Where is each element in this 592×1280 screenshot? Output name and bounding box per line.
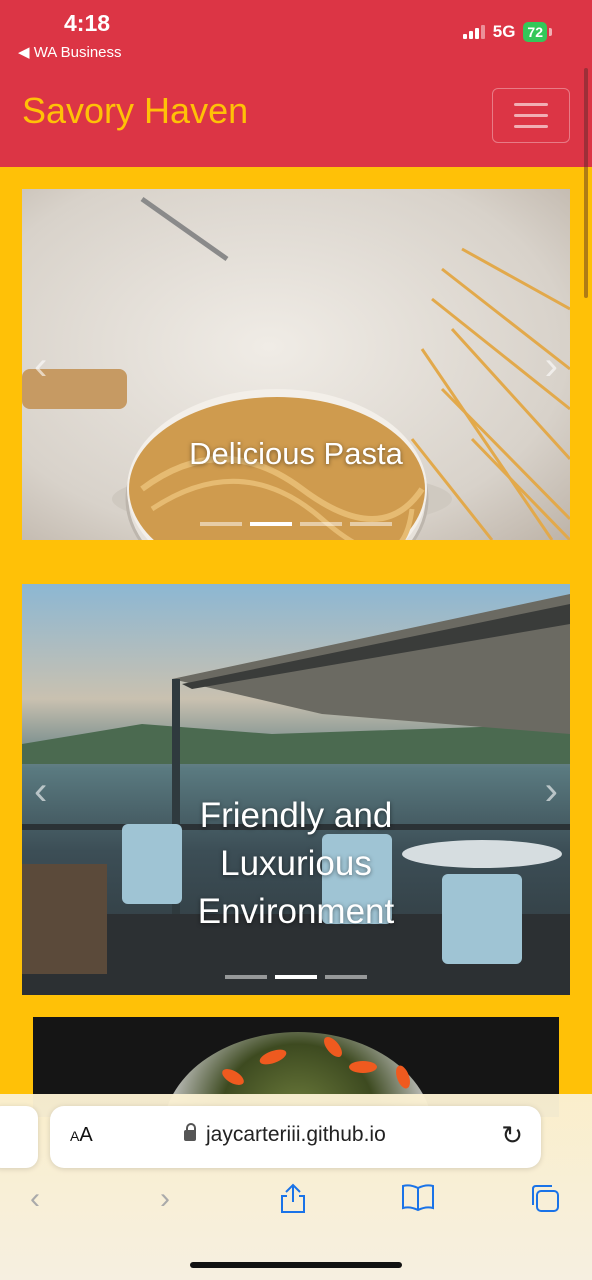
indicator[interactable] [325,975,367,979]
share-icon[interactable] [278,1182,308,1222]
lock-icon [184,1123,196,1141]
signal-icon [462,25,485,39]
reload-icon[interactable]: ↻ [501,1120,523,1151]
battery-tip [549,28,552,36]
carousel-indicators [22,975,570,979]
indicator-active[interactable] [250,522,292,526]
page-scrollbar[interactable] [584,68,588,298]
back-to-app-link[interactable]: ◀ WA Business [18,43,122,61]
text-size-button[interactable]: AA [70,1124,93,1147]
hamburger-icon[interactable] [492,88,570,143]
back-icon[interactable]: ‹ [30,1182,40,1216]
brand-logo[interactable]: Savory Haven [22,90,248,132]
indicator[interactable] [225,975,267,979]
home-indicator[interactable] [190,1262,402,1268]
chevron-left-icon[interactable]: ‹ [34,344,47,389]
navbar: 4:18 ◀ WA Business 5G 72 Savory Haven [0,0,592,167]
carousel-caption: Delicious Pasta [189,436,403,471]
slide-image [22,189,570,540]
pasta-image [22,196,570,540]
indicator-active[interactable] [275,975,317,979]
indicator[interactable] [350,522,392,526]
indicator[interactable] [300,522,342,526]
battery-icon: 72 [523,22,547,42]
book-icon[interactable] [400,1182,436,1220]
url-text[interactable]: jaycarteriii.github.io [206,1123,386,1147]
carousel-pasta: ‹ › Delicious Pasta [22,189,570,540]
carousel-environment: ‹ › Friendly and Luxurious Environment [22,584,570,995]
status-icons: 5G 72 [462,22,552,42]
tabs-icon[interactable] [528,1182,562,1222]
browser-toolbar: AA jaycarteriii.github.io ↻ ‹ › [0,1094,592,1280]
indicator[interactable] [200,522,242,526]
address-bar[interactable]: AA jaycarteriii.github.io ↻ [50,1106,541,1168]
carousel-caption: Friendly and Luxurious Environment [197,796,395,931]
carousel-indicators [22,522,570,526]
previous-tab-peek[interactable] [0,1106,38,1168]
network-type: 5G [492,22,516,41]
forward-icon[interactable]: › [160,1182,170,1216]
chevron-right-icon[interactable]: › [545,344,558,389]
status-time: 4:18 [64,10,111,36]
